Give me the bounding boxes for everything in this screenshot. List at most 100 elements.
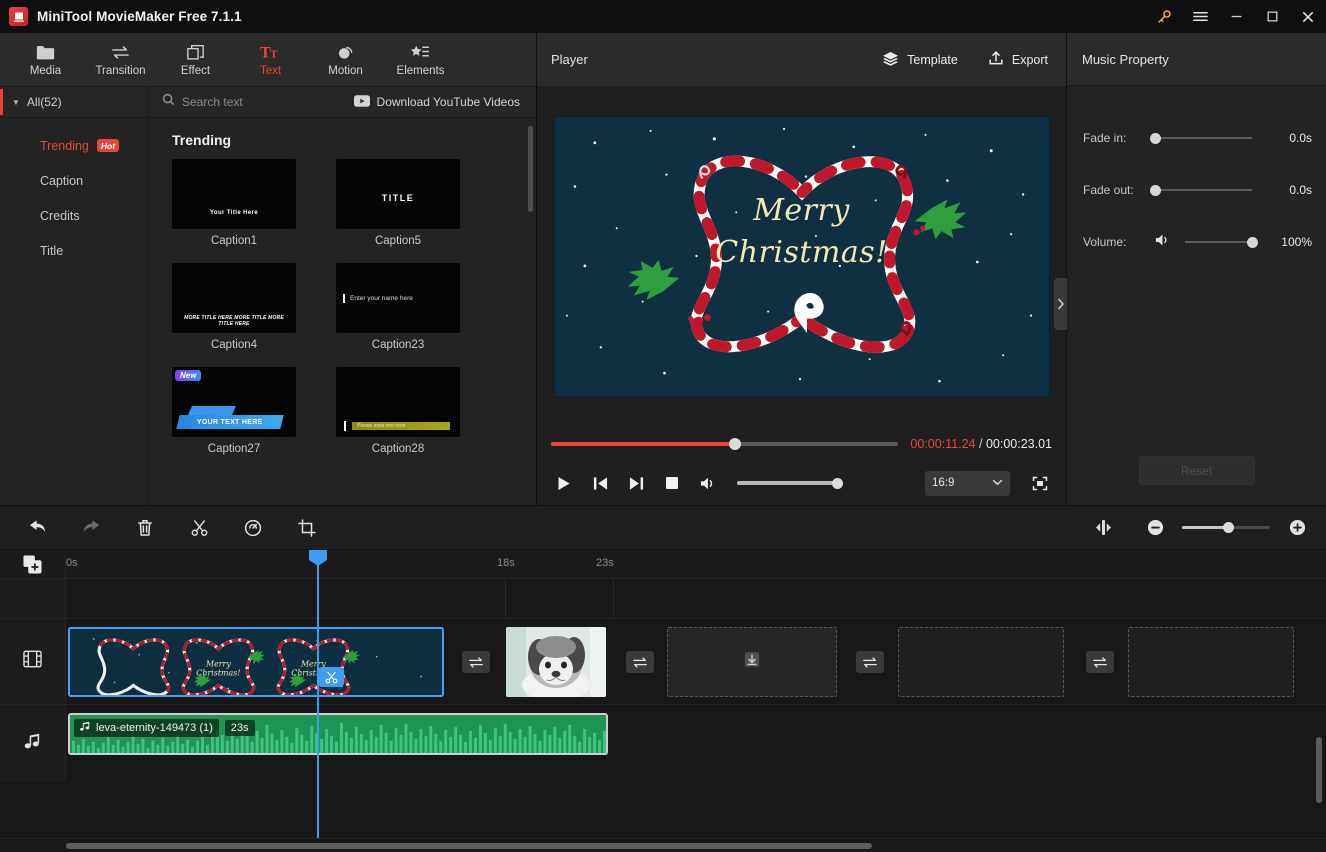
zoom-handle[interactable] <box>1223 522 1235 533</box>
timeline-zoom-controls <box>1088 513 1312 543</box>
add-media-button[interactable] <box>0 550 66 578</box>
seek-handle[interactable] <box>729 438 742 450</box>
zoom-out-button[interactable] <box>1140 513 1170 543</box>
transition-slot-1[interactable] <box>462 651 490 673</box>
speed-button[interactable] <box>238 513 268 543</box>
category-dropdown[interactable]: ▼ All(52) <box>0 86 148 118</box>
image-clip-dog[interactable] <box>506 627 606 697</box>
transition-slot-2[interactable] <box>626 651 654 673</box>
stop-button[interactable] <box>659 470 685 496</box>
video-preview[interactable]: Merry Christmas! <box>553 116 1050 397</box>
media-placeholder-download[interactable] <box>667 627 837 697</box>
volume-icon[interactable] <box>695 470 721 496</box>
category-item-trending[interactable]: Trending Hot <box>0 128 147 163</box>
audio-clip-duration: 23s <box>224 720 255 736</box>
hamburger-menu-icon[interactable] <box>1182 0 1218 33</box>
reset-button[interactable]: Reset <box>1138 456 1255 485</box>
search-input[interactable]: Search text <box>148 93 354 111</box>
template-scrollbar[interactable] <box>528 126 533 212</box>
audio-track-lane[interactable]: leva-eternity-149473 (1) 23s <box>66 705 1326 782</box>
template-item[interactable]: Please input text here Caption28 <box>336 367 460 455</box>
title-bar: MiniTool MovieMaker Free 7.1.1 <box>0 0 1326 33</box>
minimize-button[interactable] <box>1218 0 1254 33</box>
text-track-lane[interactable] <box>66 579 1326 618</box>
delete-button[interactable] <box>130 513 160 543</box>
volume-handle[interactable] <box>1246 236 1258 248</box>
transition-slot-3[interactable] <box>856 651 884 673</box>
fullscreen-button[interactable] <box>1026 470 1054 496</box>
key-icon[interactable] <box>1146 0 1182 33</box>
download-youtube-button[interactable]: Download YouTube Videos <box>353 94 536 110</box>
fade-out-slider[interactable] <box>1149 184 1252 196</box>
volume-slider[interactable] <box>1185 236 1258 248</box>
crop-button[interactable] <box>292 513 322 543</box>
fit-to-screen-button[interactable] <box>1088 513 1118 543</box>
tab-media[interactable]: Media <box>8 33 83 86</box>
template-item[interactable]: Your Title Here Caption1 <box>172 159 296 247</box>
video-track-lane[interactable]: Merry Christmas! Merry Christmas! <box>66 619 1326 803</box>
template-item[interactable]: Enter your name here Caption23 <box>336 263 460 351</box>
timeline-audio-track: leva-eternity-149473 (1) 23s <box>0 704 1326 782</box>
tab-text[interactable]: T T Text <box>233 33 308 86</box>
tab-elements[interactable]: Elements <box>383 33 458 86</box>
text-library: Trending Hot Caption Credits Title Trend… <box>0 118 536 505</box>
collapse-right-panel-button[interactable] <box>1054 278 1067 330</box>
tab-text-label: Text <box>259 64 282 77</box>
category-item-title[interactable]: Title <box>0 233 147 268</box>
media-placeholder-empty-1[interactable] <box>898 627 1064 697</box>
player-title: Player <box>551 52 588 67</box>
split-clip-button[interactable] <box>318 667 344 687</box>
olive-bar-decoration: Please input text here <box>344 421 450 431</box>
video-clip-christmas[interactable]: Merry Christmas! Merry Christmas! <box>68 627 444 697</box>
fade-in-handle[interactable] <box>1149 132 1161 144</box>
tab-motion[interactable]: Motion <box>308 33 383 86</box>
redo-button[interactable] <box>76 513 106 543</box>
category-title-label: Title <box>40 243 64 258</box>
timeline-zoom-slider[interactable] <box>1182 522 1270 533</box>
previous-frame-button[interactable] <box>587 470 613 496</box>
timeline: 0s 18s 23s Merry Christmas! Merry Christ… <box>0 550 1326 838</box>
seek-slider[interactable] <box>551 438 899 450</box>
volume-icon[interactable] <box>1155 233 1171 252</box>
export-button[interactable]: Export <box>982 45 1054 74</box>
split-button[interactable] <box>184 513 214 543</box>
transition-slot-4[interactable] <box>1086 651 1114 673</box>
zoom-in-button[interactable] <box>1282 513 1312 543</box>
volume-handle[interactable] <box>832 477 843 489</box>
fade-in-row: Fade in: 0.0s <box>1067 120 1326 156</box>
fade-out-handle[interactable] <box>1149 184 1161 196</box>
timeline-horizontal-scrollbar[interactable] <box>66 843 872 849</box>
template-button[interactable]: Template <box>876 46 964 74</box>
film-strip-icon <box>23 650 42 673</box>
timeline-ruler[interactable]: 0s 18s 23s <box>66 550 1326 578</box>
category-item-caption[interactable]: Caption <box>0 163 147 198</box>
close-button[interactable] <box>1290 0 1326 33</box>
tab-effect[interactable]: Effect <box>158 33 233 86</box>
next-frame-button[interactable] <box>623 470 649 496</box>
tab-transition[interactable]: Transition <box>83 33 158 86</box>
aspect-ratio-select[interactable]: 16:9 <box>925 470 1010 496</box>
maximize-button[interactable] <box>1254 0 1290 33</box>
tab-motion-label: Motion <box>328 64 363 77</box>
category-item-credits[interactable]: Credits <box>0 198 147 233</box>
category-list: Trending Hot Caption Credits Title <box>0 118 148 505</box>
template-thumbnail: TITLE <box>336 159 460 229</box>
current-time: 00:00:11.24 <box>910 437 976 451</box>
play-button[interactable] <box>551 470 577 496</box>
timeline-video-track: Merry Christmas! Merry Christmas! <box>0 618 1326 803</box>
template-grid-scroll: Trending Your Title Here Caption1 TITLE … <box>148 118 536 505</box>
audio-clip[interactable]: leva-eternity-149473 (1) 23s <box>68 713 608 755</box>
seek-row: 00:00:11.24 / 00:00:23.01 <box>537 427 1066 461</box>
fade-in-slider[interactable] <box>1149 132 1252 144</box>
template-item[interactable]: TITLE Caption5 <box>336 159 460 247</box>
timeline-horizontal-scroll-track <box>0 838 1326 852</box>
template-grid-wrap: Trending Your Title Here Caption1 TITLE … <box>148 118 536 505</box>
template-item[interactable]: MORE TITLE HERE MORE TITLE MORE TITLE HE… <box>172 263 296 351</box>
seek-fill <box>551 442 736 446</box>
media-placeholder-empty-2[interactable] <box>1128 627 1294 697</box>
template-item[interactable]: New YOUR TEXT HERE Caption27 <box>172 367 296 455</box>
undo-button[interactable] <box>22 513 52 543</box>
volume-slider[interactable] <box>737 477 843 489</box>
app-logo-icon <box>9 7 28 26</box>
template-thumbnail: New YOUR TEXT HERE <box>172 367 296 437</box>
